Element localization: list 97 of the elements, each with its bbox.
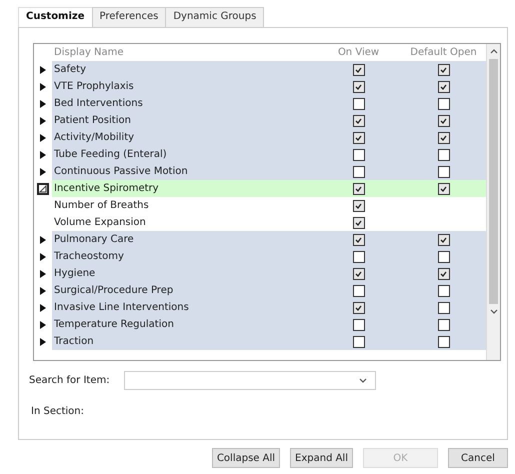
tree-row[interactable]: Invasive Line Interventions bbox=[34, 299, 486, 316]
tree-row[interactable]: Hygiene bbox=[34, 265, 486, 282]
checkbox[interactable] bbox=[438, 98, 450, 110]
item-name: Safety bbox=[54, 64, 86, 75]
check-icon bbox=[355, 186, 362, 192]
item-name: Traction bbox=[54, 336, 94, 347]
check-icon bbox=[440, 66, 447, 72]
tree-row[interactable]: Continuous Passive Motion bbox=[34, 163, 486, 180]
checkbox[interactable] bbox=[352, 302, 364, 314]
tree-row[interactable]: Traction bbox=[34, 333, 486, 350]
expander-icon[interactable] bbox=[37, 182, 49, 194]
item-name: Tube Feeding (Enteral) bbox=[54, 149, 167, 160]
item-name: Continuous Passive Motion bbox=[54, 166, 188, 177]
tree-row[interactable]: Tracheostomy bbox=[34, 248, 486, 265]
checkbox[interactable] bbox=[352, 250, 364, 262]
checkbox[interactable] bbox=[352, 200, 364, 212]
item-name: Patient Position bbox=[54, 115, 131, 126]
column-header: Default Open bbox=[409, 47, 478, 58]
tree-row[interactable]: VTE Prophylaxis bbox=[34, 78, 486, 95]
checkbox[interactable] bbox=[352, 64, 364, 76]
checkbox[interactable] bbox=[438, 64, 450, 76]
tree-row[interactable]: Incentive Spirometry bbox=[34, 180, 486, 197]
scroll-up-icon[interactable] bbox=[490, 49, 498, 54]
item-name: Surgical/Procedure Prep bbox=[54, 285, 174, 296]
checkbox[interactable] bbox=[352, 182, 364, 194]
checkbox[interactable] bbox=[438, 318, 450, 330]
section-label: In Section: bbox=[31, 406, 85, 417]
scroll-down-icon[interactable] bbox=[490, 309, 498, 314]
tree-row[interactable]: Tube Feeding (Enteral) bbox=[34, 146, 486, 163]
checkbox[interactable] bbox=[438, 166, 450, 178]
checkbox[interactable] bbox=[438, 234, 450, 246]
check-icon bbox=[355, 220, 362, 226]
check-icon bbox=[440, 134, 447, 140]
check-icon bbox=[355, 202, 362, 208]
check-icon bbox=[440, 84, 447, 90]
check-icon bbox=[440, 118, 447, 124]
dialog-button[interactable]: Collapse All bbox=[212, 448, 280, 468]
check-icon bbox=[355, 84, 362, 90]
checkbox[interactable] bbox=[438, 114, 450, 126]
item-name: Volume Expansion bbox=[54, 217, 146, 228]
item-name: Hygiene bbox=[54, 268, 96, 279]
checkbox[interactable] bbox=[352, 132, 364, 144]
check-icon bbox=[355, 118, 362, 124]
dialog-button[interactable]: Expand All bbox=[290, 448, 353, 468]
checkbox[interactable] bbox=[438, 284, 450, 296]
checkbox[interactable] bbox=[352, 336, 364, 348]
checkbox[interactable] bbox=[352, 166, 364, 178]
item-name: VTE Prophylaxis bbox=[54, 81, 134, 92]
check-icon bbox=[355, 134, 362, 140]
tree-row[interactable]: Surgical/Procedure Prep bbox=[34, 282, 486, 299]
item-name: Invasive Line Interventions bbox=[54, 302, 189, 313]
check-icon bbox=[355, 236, 362, 242]
checkbox[interactable] bbox=[352, 284, 364, 296]
tab[interactable]: Dynamic Groups bbox=[165, 7, 264, 27]
checkbox[interactable] bbox=[352, 216, 364, 228]
checkbox[interactable] bbox=[352, 318, 364, 330]
checkbox[interactable] bbox=[438, 182, 450, 194]
check-icon bbox=[440, 270, 447, 276]
tab[interactable]: Customize bbox=[18, 7, 93, 27]
checkbox[interactable] bbox=[438, 148, 450, 160]
check-icon bbox=[355, 270, 362, 276]
item-name: Temperature Regulation bbox=[54, 319, 174, 330]
item-name: Activity/Mobility bbox=[54, 132, 134, 143]
item-name: Pulmonary Care bbox=[54, 234, 134, 245]
checkbox[interactable] bbox=[352, 80, 364, 92]
checkbox[interactable] bbox=[438, 80, 450, 92]
column-header: Display Name bbox=[53, 47, 125, 58]
column-header: On View bbox=[336, 47, 380, 58]
tree-row[interactable]: Safety bbox=[34, 61, 486, 78]
tab[interactable]: Preferences bbox=[92, 7, 166, 27]
item-name: Incentive Spirometry bbox=[54, 183, 159, 194]
item-name: Number of Breaths bbox=[54, 200, 149, 211]
tree-row[interactable]: Temperature Regulation bbox=[34, 316, 486, 333]
search-label: Search for Item: bbox=[29, 375, 111, 386]
tree-row[interactable]: Patient Position bbox=[34, 112, 486, 129]
item-name: Bed Interventions bbox=[54, 98, 143, 109]
check-icon bbox=[440, 186, 447, 192]
checkbox[interactable] bbox=[352, 114, 364, 126]
checkbox[interactable] bbox=[352, 234, 364, 246]
checkbox[interactable] bbox=[438, 132, 450, 144]
checkbox[interactable] bbox=[352, 98, 364, 110]
tree-row[interactable]: Pulmonary Care bbox=[34, 231, 486, 248]
checkbox[interactable] bbox=[438, 336, 450, 348]
tree-row[interactable]: Bed Interventions bbox=[34, 95, 486, 112]
tree-row[interactable]: Activity/Mobility bbox=[34, 129, 486, 146]
check-icon bbox=[440, 236, 447, 242]
dialog-button[interactable]: Cancel bbox=[448, 448, 508, 468]
check-icon bbox=[355, 66, 362, 72]
checkbox[interactable] bbox=[352, 268, 364, 280]
checkbox[interactable] bbox=[438, 302, 450, 314]
checkbox[interactable] bbox=[438, 268, 450, 280]
item-name: Tracheostomy bbox=[54, 251, 124, 262]
checkbox[interactable] bbox=[352, 148, 364, 160]
dropdown-icon[interactable] bbox=[359, 378, 367, 383]
checkbox[interactable] bbox=[438, 250, 450, 262]
scrollbar[interactable] bbox=[486, 44, 500, 360]
check-icon bbox=[355, 304, 362, 310]
